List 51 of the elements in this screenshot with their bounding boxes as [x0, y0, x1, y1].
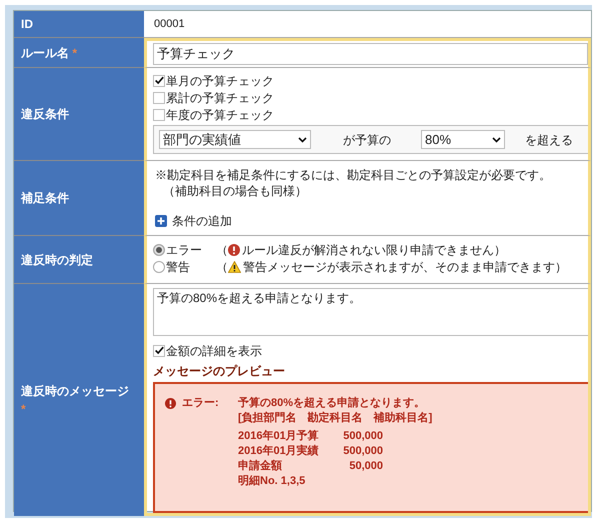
row-label: 補足条件	[21, 191, 69, 205]
preview-header: [負担部門名 勘定科目名 補助科目名]	[238, 411, 434, 426]
caret-icon	[492, 136, 501, 142]
error-prefix: エラー:	[182, 396, 220, 411]
note-text: ※勘定科目を補足条件にするには、勘定科目ごとの予算設定が必要です。	[155, 167, 552, 183]
required-mark: *	[72, 46, 78, 60]
radio-label: 警告	[166, 258, 191, 276]
detail-number: 明細No. 1,3,5	[238, 474, 306, 489]
radio-button[interactable]	[153, 260, 165, 272]
checkbox-label: 単月の予算チェック	[166, 72, 274, 90]
checkbox-label: 累計の予算チェック	[166, 90, 274, 106]
exclamation-icon	[228, 244, 240, 256]
ratio-dropdown[interactable]: 80%	[421, 130, 505, 149]
row-label: 違反時の判定	[21, 252, 93, 266]
checkbox[interactable]	[153, 344, 165, 356]
preview-message: 予算の80%を超える申請となります。	[238, 396, 426, 411]
condition-text: が予算の	[343, 132, 391, 148]
basis-dropdown[interactable]: 部門の実績値	[159, 130, 311, 149]
radio-button[interactable]	[153, 244, 165, 256]
add-condition-link[interactable]: 条件の追加	[155, 213, 232, 229]
checkbox[interactable]	[153, 108, 165, 120]
plus-icon	[155, 215, 167, 227]
amount-label: 2016年01月予算	[238, 429, 320, 444]
option-note: 警告メッセージが表示されますが、そのまま申請できます）	[243, 258, 567, 276]
radio-label: エラー	[166, 242, 203, 258]
paren-text: （	[216, 242, 228, 258]
amount-label: 申請金額	[238, 459, 283, 474]
amount-value: 50,000	[348, 459, 383, 474]
message-field[interactable]: 予算の80%を超える申請となります。	[153, 288, 588, 336]
rule-name-field[interactable]: 予算チェック	[153, 43, 588, 65]
row-label: 違反条件	[21, 107, 69, 121]
checkbox[interactable]	[153, 74, 165, 86]
row-label: 違反時のメッセージ	[21, 384, 129, 398]
condition-text: を超える	[525, 132, 573, 148]
row-label: ルール名	[21, 46, 69, 60]
amount-value: 500,000	[342, 444, 383, 459]
exclamation-icon	[165, 398, 176, 409]
checkbox-label: 年度の予算チェック	[166, 106, 274, 124]
id-value: 00001	[154, 16, 185, 32]
required-mark: *	[21, 402, 26, 416]
checkbox-label: 金額の詳細を表示	[166, 342, 262, 360]
amount-value: 500,000	[342, 429, 383, 444]
caret-icon	[298, 136, 307, 142]
checkbox[interactable]	[153, 92, 165, 104]
preview-title: メッセージのプレビュー	[153, 363, 286, 380]
note-text: （補助科目の場合も同様）	[162, 183, 308, 199]
warning-icon	[228, 260, 241, 272]
row-label: ID	[21, 17, 33, 31]
paren-text: （	[216, 258, 228, 276]
option-note: ルール違反が解消されない限り申請できません）	[242, 242, 506, 258]
amount-label: 2016年01月実績	[238, 444, 320, 459]
